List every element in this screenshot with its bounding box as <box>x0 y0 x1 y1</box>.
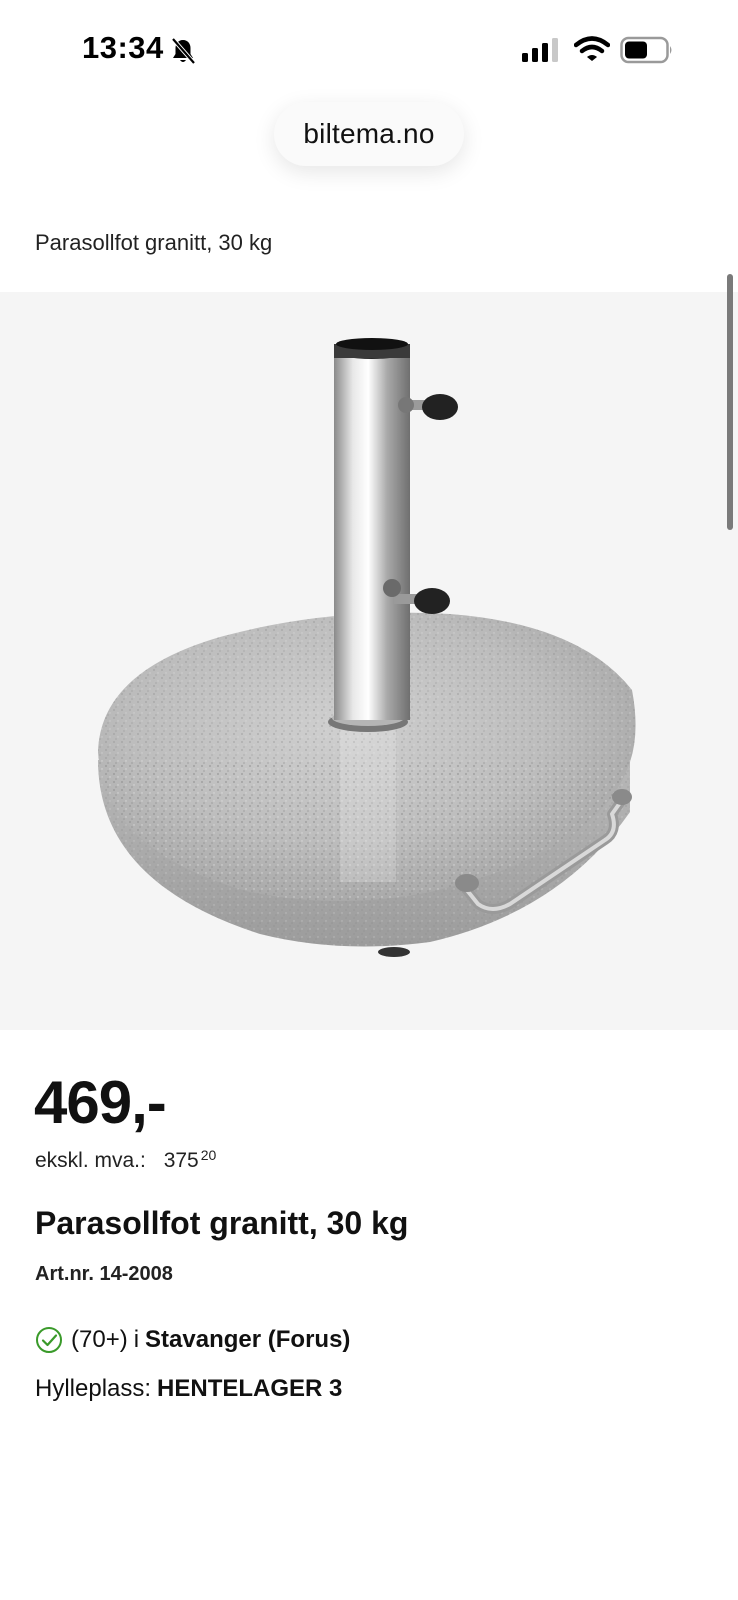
url-text: biltema.no <box>303 118 435 149</box>
breadcrumb[interactable]: Parasollfot granitt, 30 kg <box>35 230 272 256</box>
shelf-location: Hylleplass: HENTELAGER 3 <box>35 1375 342 1403</box>
bell-slash-icon <box>171 37 196 65</box>
product-title: Parasollfot granitt, 30 kg <box>35 1205 409 1241</box>
product-price: 469,- <box>34 1069 167 1136</box>
umbrella-base-photo <box>98 338 636 957</box>
vat-label: ekskl. mva.: <box>35 1149 146 1172</box>
address-bar[interactable]: biltema.no <box>274 102 464 166</box>
shelf-label: Hylleplass: <box>35 1375 152 1402</box>
wifi-icon <box>574 36 610 61</box>
stock-status[interactable]: (70+) i Stavanger (Forus) <box>35 1324 350 1356</box>
stock-count: (70+) <box>71 1326 128 1353</box>
vat-price-row: ekskl. mva.: 375 20 <box>35 1147 217 1173</box>
product-image-area[interactable] <box>0 292 738 1030</box>
scroll-indicator[interactable] <box>727 274 733 530</box>
status-time: 13:34 <box>82 30 164 65</box>
shelf-value: HENTELAGER 3 <box>157 1375 343 1402</box>
vat-price-cents: 20 <box>200 1147 217 1163</box>
battery-icon <box>620 36 672 64</box>
article-number: Art.nr. 14-2008 <box>35 1263 173 1285</box>
vat-price-main: 375 <box>163 1149 199 1172</box>
cellular-signal-icon <box>522 38 558 62</box>
stock-preposition: i <box>133 1326 140 1353</box>
stock-store[interactable]: Stavanger (Forus) <box>145 1326 350 1354</box>
check-circle-icon <box>36 1327 62 1353</box>
status-bar: 13:34 <box>0 0 738 100</box>
